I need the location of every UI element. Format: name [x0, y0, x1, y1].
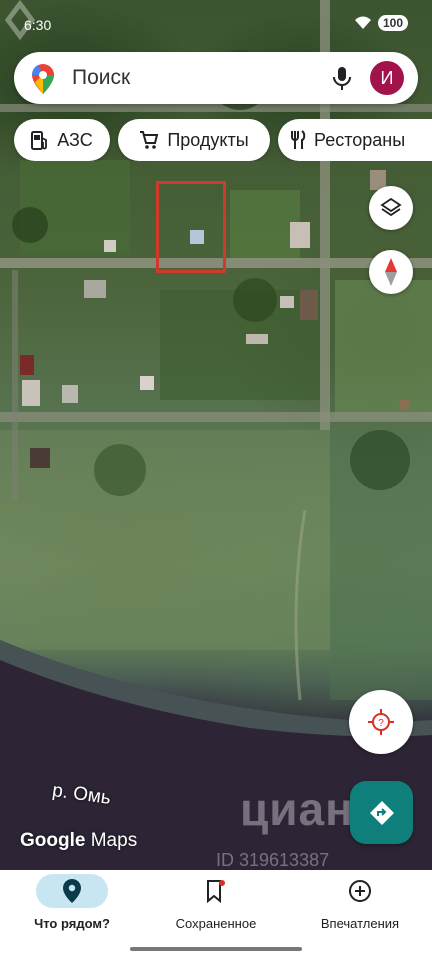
tab-explore[interactable]: Что рядом?: [0, 870, 144, 960]
search-bar[interactable]: Поиск И: [14, 52, 418, 104]
directions-button[interactable]: [350, 781, 413, 844]
tab-label: Сохраненное: [175, 916, 257, 931]
bookmark-icon: [207, 880, 225, 903]
status-time: 6:30: [24, 17, 52, 33]
wifi-icon: [354, 16, 371, 29]
home-indicator[interactable]: [130, 947, 302, 951]
microphone-icon[interactable]: [332, 66, 352, 92]
compass-button[interactable]: [369, 250, 413, 294]
chip-label: Продукты: [167, 129, 249, 150]
status-bar: 6:30 100: [0, 0, 432, 48]
google-logo-text: Google: [20, 830, 86, 851]
svg-text:?: ?: [378, 718, 384, 729]
watermark-id: ID 319613387: [216, 850, 330, 870]
tab-icon-wrap: [324, 874, 396, 908]
status-icons: 100: [354, 15, 408, 31]
tab-label: Что рядом?: [34, 916, 110, 931]
compass-icon: [385, 258, 397, 286]
chip-label: АЗС: [57, 129, 93, 150]
my-location-button[interactable]: ?: [349, 690, 413, 754]
tab-icon-wrap: [180, 874, 252, 908]
location-unknown-icon: ?: [368, 709, 394, 735]
tab-label: Впечатления: [320, 916, 400, 931]
chip-restaurants[interactable]: Рестораны: [278, 119, 432, 161]
cart-icon: [140, 131, 159, 149]
tab-contribute[interactable]: Впечатления: [288, 870, 432, 960]
search-input[interactable]: Поиск: [72, 66, 130, 90]
plot-highlight-rectangle: [156, 181, 226, 273]
location-pin-icon: [63, 879, 81, 903]
directions-icon: [369, 800, 394, 825]
category-chips: АЗС Продукты Рестораны: [0, 119, 432, 161]
google-maps-pin-icon: [32, 64, 54, 94]
watermark-text: циан: [240, 783, 354, 835]
tab-icon-wrap: [36, 874, 108, 908]
chip-groceries[interactable]: Продукты: [118, 119, 270, 161]
layers-icon: [380, 197, 402, 217]
layers-button[interactable]: [369, 186, 413, 230]
maps-logo-text: Maps: [90, 830, 138, 851]
gas-station-icon: [31, 131, 48, 150]
chip-label: Рестораны: [314, 129, 406, 150]
add-circle-icon: [349, 880, 371, 902]
restaurant-icon: [291, 130, 306, 149]
battery-indicator: 100: [377, 15, 408, 31]
chip-gas-stations[interactable]: АЗС: [14, 119, 110, 161]
google-maps-logo: Google Maps: [20, 830, 137, 852]
account-avatar[interactable]: И: [370, 61, 404, 95]
